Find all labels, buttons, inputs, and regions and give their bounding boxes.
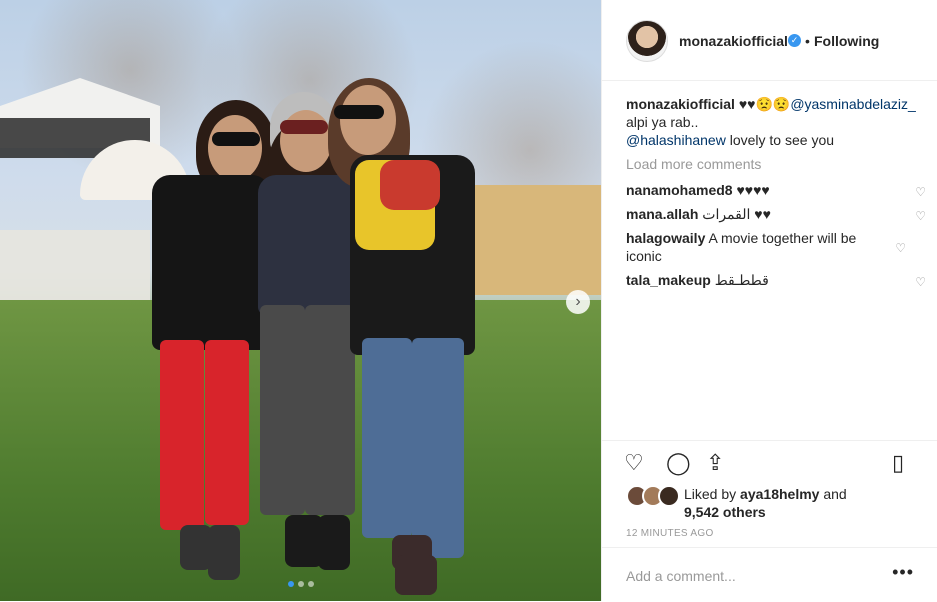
likes-others[interactable]: 9,542 others: [684, 504, 766, 520]
share-icon[interactable]: ⇪: [706, 450, 724, 476]
heart-icon[interactable]: ♡: [624, 450, 644, 476]
more-options-icon[interactable]: •••: [892, 562, 914, 583]
comment-username[interactable]: tala_makeup: [626, 272, 711, 288]
load-more-comments-link[interactable]: Load more comments: [626, 156, 761, 172]
building: [460, 185, 601, 295]
likes-user[interactable]: aya18helmy: [740, 486, 819, 502]
actions-divider: [602, 440, 937, 442]
likes-prefix: Liked by: [684, 486, 737, 502]
likes-and: and: [823, 486, 847, 502]
author-username[interactable]: monazakiofficial: [679, 33, 788, 49]
likes-summary: Liked by aya18helmy and 9,542 others: [684, 485, 904, 521]
comment-row: tala_makeup قططـقط ♡: [626, 271, 926, 289]
post-photo[interactable]: ›: [0, 0, 601, 601]
comment-username[interactable]: mana.allah: [626, 206, 698, 222]
add-comment-input[interactable]: Add a comment...: [626, 568, 736, 584]
comment-username[interactable]: nanamohamed8: [626, 182, 733, 198]
caption-mention-2[interactable]: @halashihanew: [626, 132, 726, 148]
comment-icon[interactable]: ◯: [666, 450, 691, 476]
carousel-dot: [308, 581, 314, 587]
comment-text: قططـقط: [714, 272, 769, 288]
comment-row: halagowaily A movie together will be ico…: [626, 229, 906, 265]
post-caption: monazakiofficial ♥♥😟😟@yasminabdelaziz_ a…: [626, 95, 916, 149]
bookmark-icon[interactable]: ▯: [892, 450, 904, 476]
caption-line-3: lovely to see you: [725, 132, 835, 148]
caption-mention-1[interactable]: @yasminabdelaziz_: [790, 96, 916, 112]
caption-line-2: alpi ya rab..: [626, 114, 699, 130]
comment-row: nanamohamed8 ♥♥♥♥ ♡: [626, 181, 926, 199]
liker-avatar[interactable]: [658, 485, 680, 507]
carousel-indicator: [288, 581, 314, 587]
comment-like-heart-icon[interactable]: ♡: [895, 239, 906, 257]
post-header: monazakiofficial ✓ • Following: [602, 0, 937, 81]
comment-box: Add a comment... •••: [602, 547, 937, 602]
chevron-right-icon: ›: [575, 293, 581, 310]
avatar[interactable]: [626, 20, 668, 62]
comment-like-heart-icon[interactable]: ♡: [915, 273, 926, 291]
post-timestamp[interactable]: 12 MINUTES AGO: [626, 528, 714, 539]
caption-username[interactable]: monazakiofficial: [626, 96, 735, 112]
carousel-dot: [298, 581, 304, 587]
next-photo-button[interactable]: ›: [566, 290, 590, 314]
post-side-panel: monazakiofficial ✓ • Following monazakio…: [601, 0, 937, 601]
comment-text: القمرات ♥♥: [702, 206, 771, 222]
comment-row: mana.allah القمرات ♥♥ ♡: [626, 205, 926, 223]
comment-like-heart-icon[interactable]: ♡: [915, 207, 926, 225]
comment-text: ♥♥♥♥: [736, 182, 770, 198]
carousel-dot-active: [288, 581, 294, 587]
following-button[interactable]: Following: [814, 33, 879, 49]
comment-username[interactable]: halagowaily: [626, 230, 705, 246]
verified-badge-icon: ✓: [788, 34, 801, 47]
comment-like-heart-icon[interactable]: ♡: [915, 183, 926, 201]
header-separator: •: [805, 33, 810, 49]
caption-emojis: ♥♥😟😟: [738, 96, 791, 112]
